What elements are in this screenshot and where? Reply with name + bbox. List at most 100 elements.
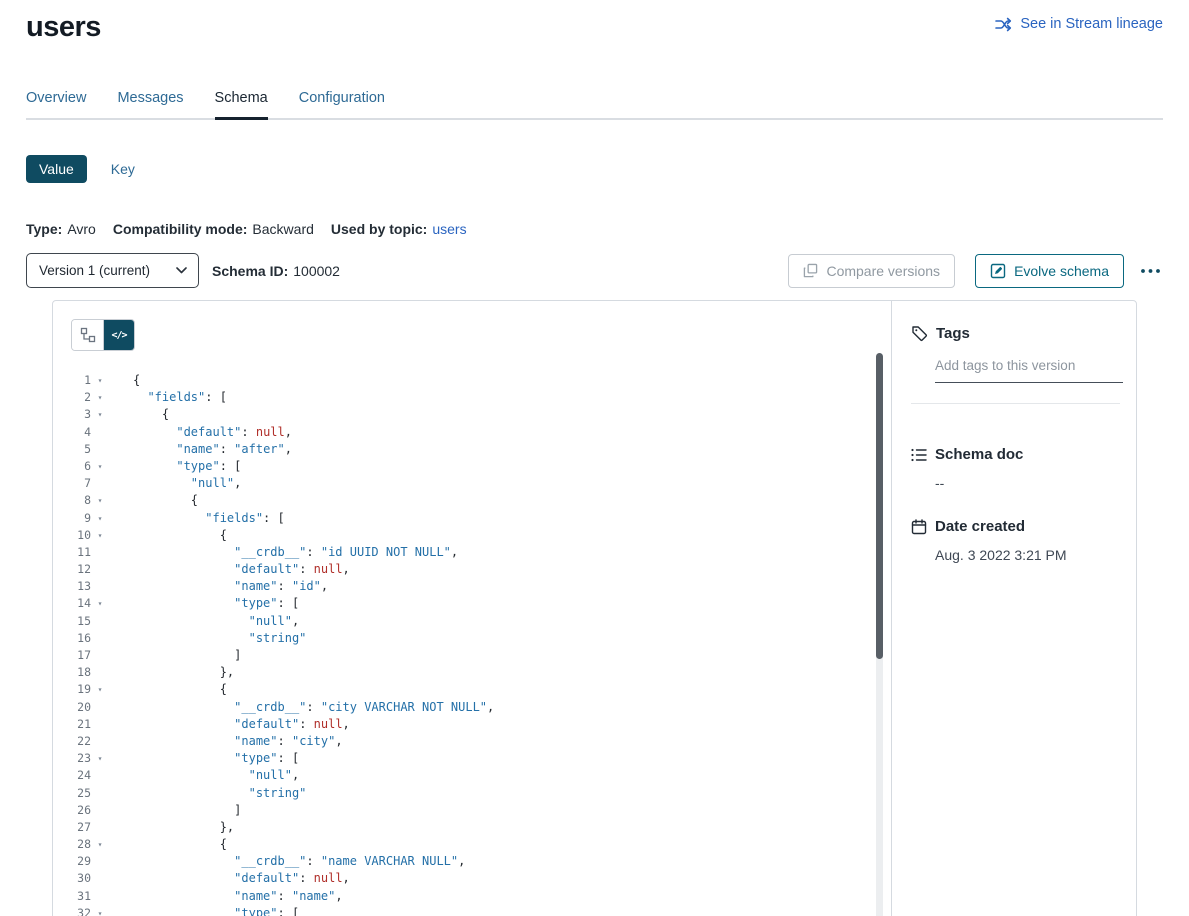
code-text: {	[133, 527, 227, 544]
compare-versions-label: Compare versions	[826, 263, 940, 279]
fold-gutter	[91, 699, 109, 716]
fold-toggle-icon[interactable]: ▾	[91, 905, 109, 916]
version-select[interactable]: Version 1 (current)	[26, 253, 199, 288]
code-text: "type": [	[133, 458, 241, 475]
code-text: "string"	[133, 630, 306, 647]
fold-gutter	[91, 767, 109, 784]
line-number: 11	[71, 544, 91, 561]
type-value: Avro	[67, 221, 96, 237]
code-text: "name": "name",	[133, 888, 343, 905]
line-number: 3	[71, 406, 91, 423]
fold-toggle-icon[interactable]: ▾	[91, 750, 109, 767]
date-created-header: Date created	[911, 518, 1120, 535]
schema-doc-title: Schema doc	[935, 446, 1023, 463]
schema-card: </> 1▾{2▾ "fields": [3▾ {4 "default": nu…	[52, 300, 1137, 916]
tree-view-button[interactable]	[72, 320, 103, 350]
line-number: 2	[71, 389, 91, 406]
fold-toggle-icon[interactable]: ▾	[91, 595, 109, 612]
fold-toggle-icon[interactable]: ▾	[91, 458, 109, 475]
code-text: "default": null,	[133, 870, 350, 887]
schema-content: Value Key Type: Avro Compatibility mode:…	[0, 155, 1189, 916]
compare-versions-button[interactable]: Compare versions	[788, 254, 955, 288]
code-text: "type": [	[133, 595, 299, 612]
stream-lineage-link[interactable]: See in Stream lineage	[995, 16, 1163, 32]
schema-id-value: 100002	[293, 263, 340, 279]
tab-configuration[interactable]: Configuration	[299, 90, 385, 118]
fold-toggle-icon[interactable]: ▾	[91, 372, 109, 389]
line-number: 23	[71, 750, 91, 767]
code-text: "name": "city",	[133, 733, 343, 750]
code-text: "string"	[133, 785, 306, 802]
fold-gutter	[91, 888, 109, 905]
tab-schema[interactable]: Schema	[215, 90, 268, 118]
topic-link[interactable]: users	[432, 221, 466, 237]
tab-overview[interactable]: Overview	[26, 90, 86, 118]
code-line: 28▾ {	[71, 836, 891, 853]
fold-toggle-icon[interactable]: ▾	[91, 492, 109, 509]
line-number: 1	[71, 372, 91, 389]
code-text: "null",	[133, 613, 299, 630]
fold-toggle-icon[interactable]: ▾	[91, 406, 109, 423]
code-line: 20 "__crdb__": "city VARCHAR NOT NULL",	[71, 699, 891, 716]
key-toggle-button[interactable]: Key	[111, 161, 135, 177]
line-number: 25	[71, 785, 91, 802]
code-line: 7 "null",	[71, 475, 891, 492]
evolve-schema-label: Evolve schema	[1014, 263, 1109, 279]
code-line: 32▾ "type": [	[71, 905, 891, 916]
code-text: "name": "after",	[133, 441, 292, 458]
code-line: 4 "default": null,	[71, 424, 891, 441]
schema-doc-value: --	[935, 475, 1120, 491]
code-line: 26 ]	[71, 802, 891, 819]
fold-toggle-icon[interactable]: ▾	[91, 527, 109, 544]
schema-meta-row: Type: Avro Compatibility mode: Backward …	[26, 221, 1163, 237]
tags-input[interactable]	[935, 355, 1123, 383]
line-number: 13	[71, 578, 91, 595]
fold-toggle-icon[interactable]: ▾	[91, 389, 109, 406]
code-line: 2▾ "fields": [	[71, 389, 891, 406]
schema-doc-section: Schema doc --	[911, 446, 1120, 491]
code-line: 3▾ {	[71, 406, 891, 423]
fold-gutter	[91, 475, 109, 492]
tab-messages[interactable]: Messages	[117, 90, 183, 118]
line-number: 9	[71, 510, 91, 527]
code-text: "__crdb__": "name VARCHAR NULL",	[133, 853, 465, 870]
code-text: "fields": [	[133, 510, 285, 527]
code-text: {	[133, 492, 198, 509]
value-toggle-button[interactable]: Value	[26, 155, 87, 183]
code-editor[interactable]: 1▾{2▾ "fields": [3▾ {4 "default": null,5…	[71, 372, 891, 916]
fold-gutter	[91, 630, 109, 647]
compatibility-label: Compatibility mode:	[113, 221, 248, 237]
chevron-down-icon	[176, 267, 187, 274]
code-text: "__crdb__": "id UUID NOT NULL",	[133, 544, 458, 561]
code-text: {	[133, 406, 169, 423]
page-header: users See in Stream lineage	[0, 0, 1189, 46]
date-created-value: Aug. 3 2022 3:21 PM	[935, 547, 1120, 563]
compatibility-value: Backward	[252, 221, 313, 237]
fold-toggle-icon[interactable]: ▾	[91, 510, 109, 527]
more-options-button[interactable]	[1138, 264, 1163, 278]
code-line: 15 "null",	[71, 613, 891, 630]
evolve-schema-icon	[990, 263, 1006, 279]
code-text: "default": null,	[133, 561, 350, 578]
code-text: "fields": [	[133, 389, 227, 406]
code-view-button[interactable]: </>	[103, 320, 134, 350]
code-text: "__crdb__": "city VARCHAR NOT NULL",	[133, 699, 494, 716]
tags-title: Tags	[936, 325, 970, 342]
code-line: 30 "default": null,	[71, 870, 891, 887]
fold-gutter	[91, 716, 109, 733]
tab-bar: Overview Messages Schema Configuration	[26, 90, 1163, 120]
evolve-schema-button[interactable]: Evolve schema	[975, 254, 1124, 288]
editor-view-toggle: </>	[71, 319, 135, 351]
schema-id: Schema ID: 100002	[212, 263, 340, 279]
code-lines: 1▾{2▾ "fields": [3▾ {4 "default": null,5…	[71, 372, 891, 916]
line-number: 24	[71, 767, 91, 784]
code-text: {	[133, 681, 227, 698]
code-text: {	[133, 836, 227, 853]
compare-versions-icon	[803, 263, 818, 278]
fold-toggle-icon[interactable]: ▾	[91, 681, 109, 698]
fold-toggle-icon[interactable]: ▾	[91, 836, 109, 853]
topic-label: Used by topic:	[331, 221, 427, 237]
code-text: "type": [	[133, 750, 299, 767]
code-line: 6▾ "type": [	[71, 458, 891, 475]
editor-scrollbar-thumb[interactable]	[876, 353, 883, 659]
